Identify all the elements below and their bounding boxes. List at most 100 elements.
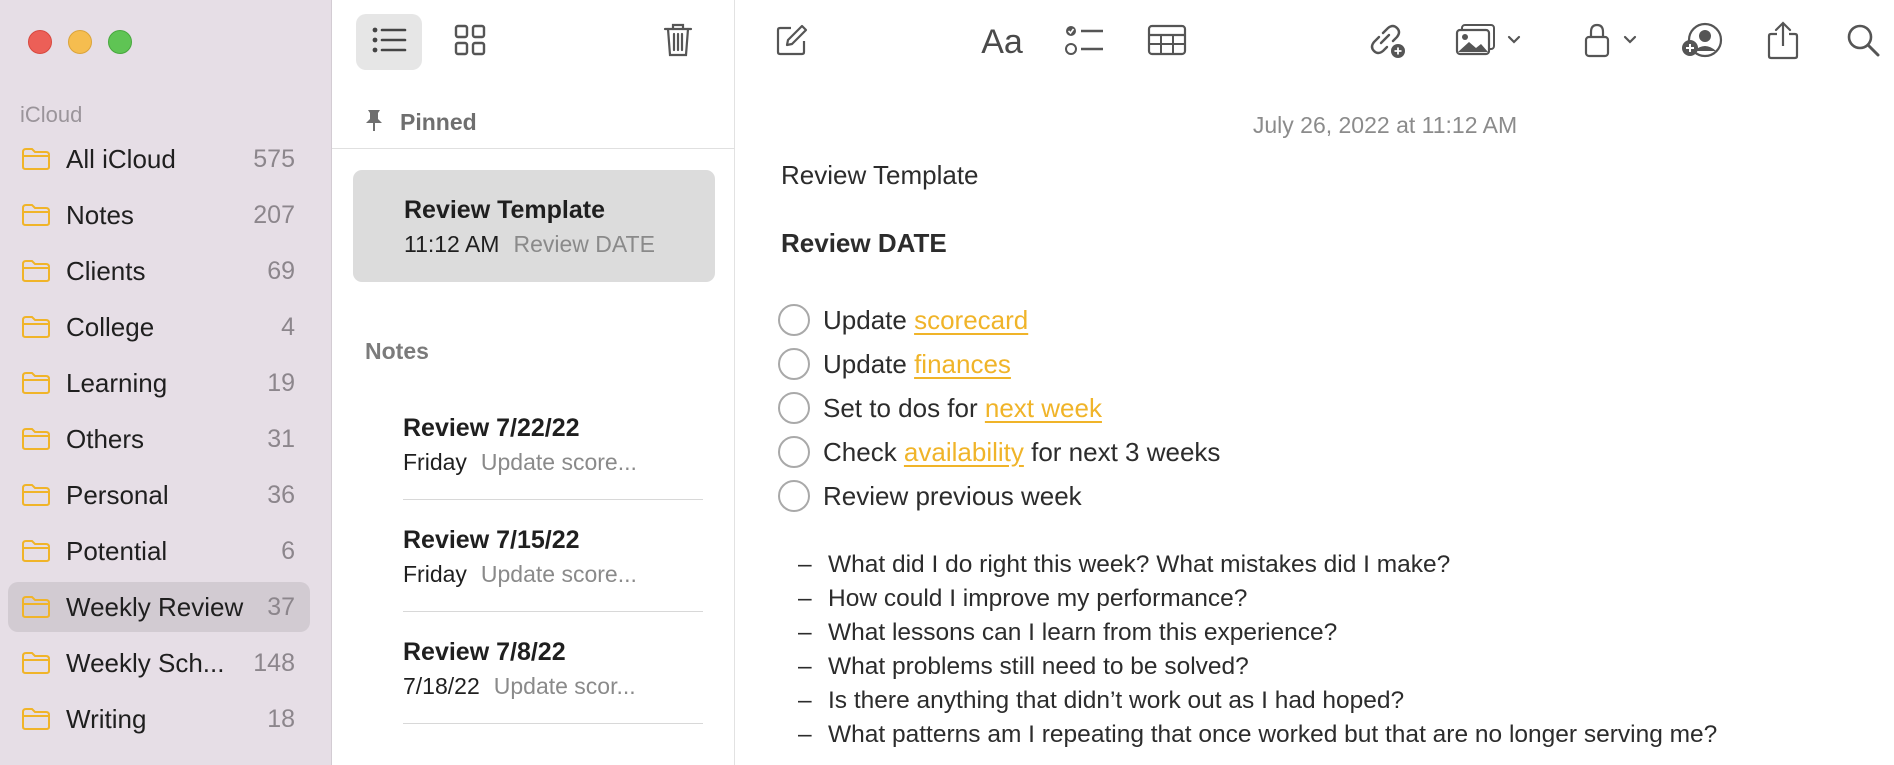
folder-count: 36 (267, 480, 295, 509)
sidebar-item-learning[interactable]: Learning 19 (8, 358, 310, 408)
folder-icon (21, 651, 51, 675)
folder-count: 207 (253, 200, 295, 229)
list-item: – What patterns am I repeating that once … (798, 718, 1717, 752)
folder-count: 148 (253, 648, 295, 677)
share-icon (1766, 20, 1800, 65)
note-preview: Update score... (480, 449, 637, 475)
note-meta: Friday Update score... (403, 561, 703, 588)
checklist-text: Review previous week (823, 480, 1082, 511)
sidebar-item-personal[interactable]: Personal 36 (8, 470, 310, 520)
notes-section-header: Notes (365, 338, 429, 364)
note-list-item[interactable]: Review 7/15/22 Friday Update score... (403, 500, 703, 612)
list-view-button[interactable] (356, 14, 422, 70)
list-item: – What did I do right this week? What mis… (798, 548, 1717, 582)
checklist-button[interactable] (1058, 14, 1112, 70)
checkbox[interactable] (778, 304, 810, 336)
dash-bullet: – (798, 619, 812, 646)
note-link[interactable]: next week (985, 393, 1102, 424)
question-text: What did I do right this week? What mist… (828, 551, 1451, 578)
close-window-button[interactable] (28, 30, 52, 54)
folder-count: 69 (267, 256, 295, 285)
checklist-text: Update (823, 304, 915, 335)
grid-icon (454, 24, 486, 61)
checkbox[interactable] (778, 348, 810, 380)
table-button[interactable] (1140, 14, 1194, 70)
divider (332, 148, 735, 149)
sidebar-item-college[interactable]: College 4 (8, 302, 310, 352)
folder-count: 6 (281, 536, 295, 565)
sidebar-item-all-icloud[interactable]: All iCloud 575 (8, 134, 310, 184)
folder-count: 19 (267, 368, 295, 397)
dash-bullet: – (798, 721, 812, 748)
lock-icon (1583, 22, 1639, 63)
media-button[interactable] (1448, 14, 1528, 70)
compose-button[interactable] (766, 14, 818, 70)
sidebar-item-weekly-schedule[interactable]: Weekly Sch... 148 (8, 638, 310, 688)
sidebar-item-writing[interactable]: Writing 18 (8, 694, 310, 744)
share-button[interactable] (1756, 14, 1810, 70)
checkbox[interactable] (778, 392, 810, 424)
sidebar-item-clients[interactable]: Clients 69 (8, 246, 310, 296)
minimize-window-button[interactable] (68, 30, 92, 54)
checklist-item: Check availability for next 3 weeks (778, 430, 1220, 474)
sidebar-item-notes[interactable]: Notes 207 (8, 190, 310, 240)
note-list-pane: Pinned Review Template 11:12 AM Review DA… (332, 0, 735, 765)
question-text: How could I improve my performance? (828, 585, 1248, 612)
checkbox[interactable] (778, 480, 810, 512)
note-link[interactable]: availability (904, 437, 1024, 468)
note-time: Friday (403, 561, 467, 587)
folder-count: 18 (267, 704, 295, 733)
note-subheading[interactable]: Review DATE (781, 228, 947, 259)
checklist-text: Check (823, 436, 904, 467)
folder-icon (21, 707, 51, 731)
folder-list: All iCloud 575 Notes 207 Clients 69 Coll… (8, 134, 310, 750)
gallery-view-button[interactable] (440, 14, 500, 70)
checklist-item: Set to dos for next week (778, 386, 1220, 430)
sidebar-item-others[interactable]: Others 31 (8, 414, 310, 464)
list-item: – What problems still need to be solved? (798, 650, 1717, 684)
checklist-item: Review previous week (778, 474, 1220, 518)
sidebar-section-label: iCloud (20, 102, 83, 127)
delete-note-button[interactable] (652, 14, 704, 70)
folder-name: College (66, 311, 155, 342)
note-preview: Review DATE (513, 231, 655, 257)
note-editor: Aa July 26, 2022 at 11:12 AM Review Temp… (736, 0, 1894, 765)
search-button[interactable] (1836, 14, 1890, 70)
checklist-item: Update scorecard (778, 298, 1220, 342)
zoom-window-button[interactable] (108, 30, 132, 54)
add-link-button[interactable] (1358, 14, 1414, 70)
checklist-item: Update finances (778, 342, 1220, 386)
checklist-text: Update (823, 348, 915, 379)
list-icon (371, 25, 407, 60)
note-link[interactable]: scorecard (914, 305, 1028, 336)
checkbox[interactable] (778, 436, 810, 468)
dash-bullet: – (798, 585, 812, 612)
note-preview: Update score... (480, 561, 637, 587)
pinned-section-header: Pinned (364, 108, 477, 137)
list-item: – Is there anything that didn’t work out … (798, 684, 1717, 718)
compose-icon (775, 23, 809, 62)
list-item: – How could I improve my performance? (798, 582, 1717, 616)
collaborate-button[interactable] (1674, 14, 1730, 70)
pinned-label: Pinned (400, 109, 477, 135)
folder-icon (21, 427, 51, 451)
folder-count: 37 (267, 592, 295, 621)
folder-icon (21, 315, 51, 339)
note-date: July 26, 2022 at 11:12 AM (1252, 112, 1518, 138)
note-link[interactable]: finances (914, 349, 1011, 380)
sidebar-item-weekly-review[interactable]: Weekly Review 37 (8, 582, 310, 632)
lock-button[interactable] (1576, 14, 1646, 70)
folder-icon (21, 259, 51, 283)
note-heading[interactable]: Review Template (781, 160, 979, 191)
question-text: What lessons can I learn from this exper… (828, 619, 1338, 646)
note-time: 7/18/22 (403, 673, 480, 699)
media-icon (1455, 23, 1521, 62)
note-list-item[interactable]: Review 7/22/22 Friday Update score... (403, 388, 703, 500)
pinned-note-card[interactable]: Review Template 11:12 AM Review DATE (353, 170, 715, 282)
note-list-item[interactable]: Review 7/8/22 7/18/22 Update scor... (403, 612, 703, 724)
question-list: – What did I do right this week? What mis… (798, 548, 1717, 752)
sidebar-item-potential[interactable]: Potential 6 (8, 526, 310, 576)
text-format-button[interactable]: Aa (972, 14, 1032, 70)
trash-icon (663, 22, 693, 63)
note-preview: Update scor... (493, 673, 636, 699)
